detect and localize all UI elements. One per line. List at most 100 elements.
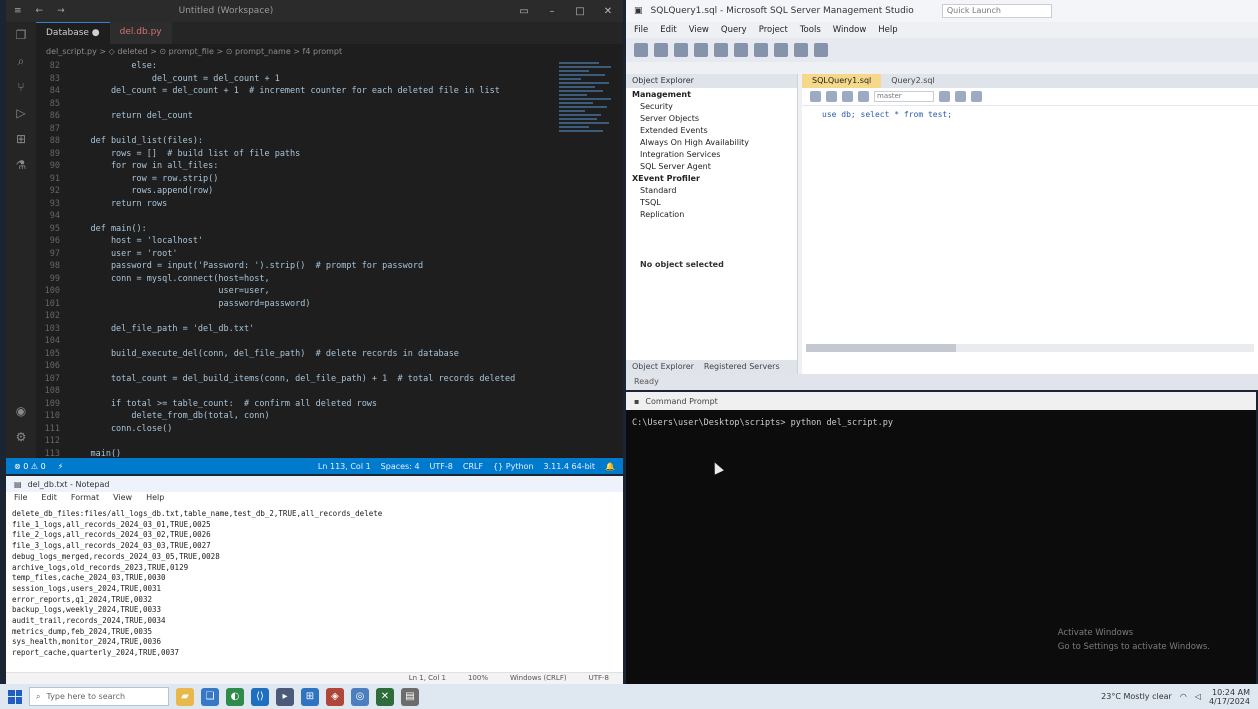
vscode-menu-icon[interactable]: ≡ bbox=[14, 6, 22, 16]
cut-icon[interactable] bbox=[714, 43, 728, 57]
code-line[interactable]: 84 del_count = del_count + 1 # increment… bbox=[36, 85, 553, 98]
code-line[interactable]: 82 else: bbox=[36, 60, 553, 73]
layout-toggle-icon[interactable]: ▭ bbox=[517, 6, 531, 17]
interpreter[interactable]: 3.11.4 64-bit bbox=[544, 462, 596, 471]
settings-gear-icon[interactable]: ⚙ bbox=[6, 424, 36, 450]
ssms-menu-item[interactable]: Help bbox=[878, 25, 897, 35]
code-line[interactable]: 94 bbox=[36, 210, 553, 223]
code-line[interactable]: 107 total_count = del_build_items(conn, … bbox=[36, 373, 553, 386]
tree-node[interactable]: Management bbox=[626, 88, 797, 100]
tree-node[interactable]: Standard bbox=[626, 184, 797, 196]
execute-icon[interactable] bbox=[810, 91, 821, 102]
notifications-bell-icon[interactable]: 🔔 bbox=[605, 462, 615, 471]
store-icon[interactable]: ⊞ bbox=[301, 687, 319, 706]
ports-indicator[interactable]: ⚡ bbox=[58, 462, 64, 471]
code-line[interactable]: 103 del_file_path = 'del_db.txt' bbox=[36, 323, 553, 336]
code-line[interactable]: 106 bbox=[36, 360, 553, 373]
testing-icon[interactable]: ⚗ bbox=[6, 152, 36, 178]
weather-widget[interactable]: 23°C Mostly clear bbox=[1101, 692, 1172, 701]
code-line[interactable]: 99 conn = mysql.connect(host=host, bbox=[36, 273, 553, 286]
notepad-menu-item[interactable]: File bbox=[14, 493, 27, 504]
search-icon[interactable]: ⌕ bbox=[6, 48, 36, 74]
tab-registered-servers[interactable]: Registered Servers bbox=[704, 362, 780, 372]
task-view-icon[interactable]: ❏ bbox=[201, 687, 219, 706]
code-line[interactable]: 108 bbox=[36, 385, 553, 398]
code-line[interactable]: 89 rows = [] # build list of file paths bbox=[36, 148, 553, 161]
indent-icon[interactable] bbox=[971, 91, 982, 102]
code-line[interactable]: 86 return del_count bbox=[36, 110, 553, 123]
volume-icon[interactable]: ◁ bbox=[1195, 692, 1201, 701]
parse-icon[interactable] bbox=[826, 91, 837, 102]
tab-database[interactable]: Database ● bbox=[36, 22, 110, 44]
source-control-icon[interactable]: ⑂ bbox=[6, 74, 36, 100]
run-debug-icon[interactable]: ▷ bbox=[6, 100, 36, 126]
code-line[interactable]: 92 rows.append(row) bbox=[36, 185, 553, 198]
tree-node[interactable]: TSQL bbox=[626, 196, 797, 208]
close-icon[interactable]: ✕ bbox=[601, 6, 615, 17]
ssms-taskbar-icon[interactable]: ◈ bbox=[326, 687, 344, 706]
notepad-menu-item[interactable]: Format bbox=[71, 493, 99, 504]
forward-arrow-icon[interactable]: → bbox=[57, 6, 65, 16]
ssms-menu-item[interactable]: View bbox=[689, 25, 709, 35]
notepad-text-area[interactable]: delete_db_files:files/all_logs_db.txt,ta… bbox=[6, 505, 623, 663]
vscode-icon[interactable]: ⟨⟩ bbox=[251, 687, 269, 706]
indentation[interactable]: Spaces: 4 bbox=[381, 462, 420, 471]
explorer-icon[interactable]: ❐ bbox=[6, 22, 36, 48]
start-button[interactable] bbox=[8, 689, 22, 704]
paste-icon[interactable] bbox=[754, 43, 768, 57]
code-line[interactable]: 100 user=user, bbox=[36, 285, 553, 298]
tree-node[interactable]: XEvent Profiler bbox=[626, 172, 797, 184]
terminal-icon[interactable]: ▸ bbox=[276, 687, 294, 706]
copy-icon[interactable] bbox=[734, 43, 748, 57]
extensions-icon[interactable]: ⊞ bbox=[6, 126, 36, 152]
debug-icon[interactable] bbox=[814, 43, 828, 57]
redo-icon[interactable] bbox=[794, 43, 808, 57]
tab-sqlquery1[interactable]: SQLQuery1.sql bbox=[802, 74, 882, 88]
notepad-taskbar-icon[interactable]: ▤ bbox=[401, 687, 419, 706]
code-editor[interactable]: 82 else: 83 del_count = del_count + 1 84 d… bbox=[36, 60, 553, 459]
account-icon[interactable]: ◉ bbox=[6, 398, 36, 424]
problems-indicator[interactable]: ⊗ 0 ⚠ 0 bbox=[14, 462, 46, 471]
excel-icon[interactable]: ✕ bbox=[376, 687, 394, 706]
quick-launch-input[interactable]: Quick Launch bbox=[941, 4, 1052, 18]
breadcrumb[interactable]: del_script.py > ◇ deleted > ⊙ prompt_fil… bbox=[36, 44, 553, 60]
code-line[interactable]: 87 bbox=[36, 123, 553, 136]
console-output[interactable]: C:\Users\user\Desktop\scripts> python de… bbox=[626, 410, 1256, 436]
ssms-menu-item[interactable]: Edit bbox=[660, 25, 676, 35]
tree-node[interactable]: Always On High Availability bbox=[626, 136, 797, 148]
save-all-icon[interactable] bbox=[694, 43, 708, 57]
code-line[interactable]: 85 bbox=[36, 98, 553, 111]
ssms-menu-item[interactable]: Tools bbox=[800, 25, 821, 35]
tree-node[interactable]: Extended Events bbox=[626, 124, 797, 136]
maximize-icon[interactable]: □ bbox=[573, 6, 587, 17]
code-line[interactable]: 112 bbox=[36, 435, 553, 448]
taskbar-search[interactable]: ⌕ Type here to search bbox=[29, 687, 169, 706]
ssms-menu-item[interactable]: File bbox=[634, 25, 648, 35]
code-line[interactable]: 102 bbox=[36, 310, 553, 323]
language-mode[interactable]: {} Python bbox=[493, 462, 533, 471]
save-icon[interactable] bbox=[674, 43, 688, 57]
open-file-icon[interactable] bbox=[654, 43, 668, 57]
code-line[interactable]: 95 def main(): bbox=[36, 223, 553, 236]
network-icon[interactable]: ◠ bbox=[1180, 692, 1187, 701]
tree-node[interactable]: Security bbox=[626, 100, 797, 112]
tree-node[interactable]: SQL Server Agent bbox=[626, 160, 797, 172]
code-line[interactable]: 111 conn.close() bbox=[36, 423, 553, 436]
code-line[interactable]: 109 if total >= table_count: # confirm a… bbox=[36, 398, 553, 411]
code-line[interactable]: 96 host = 'localhost' bbox=[36, 235, 553, 248]
ssms-menu-item[interactable]: Project bbox=[759, 25, 788, 35]
code-line[interactable]: 91 row = row.strip() bbox=[36, 173, 553, 186]
clock[interactable]: 10:24 AM 4/17/2024 bbox=[1209, 688, 1250, 706]
notepad-menu-item[interactable]: Help bbox=[146, 493, 164, 504]
stop-icon[interactable] bbox=[842, 91, 853, 102]
minimize-icon[interactable]: – bbox=[545, 6, 559, 17]
code-line[interactable]: 93 return rows bbox=[36, 198, 553, 211]
ssms-menu-item[interactable]: Window bbox=[833, 25, 867, 35]
code-line[interactable]: 90 for row in all_files: bbox=[36, 160, 553, 173]
minimap[interactable] bbox=[559, 60, 615, 210]
undo-icon[interactable] bbox=[774, 43, 788, 57]
tab-query2[interactable]: Query2.sql bbox=[881, 74, 944, 88]
tab-object-explorer[interactable]: Object Explorer bbox=[632, 362, 694, 372]
line-ending[interactable]: CRLF bbox=[463, 462, 483, 471]
tree-node[interactable]: Server Objects bbox=[626, 112, 797, 124]
